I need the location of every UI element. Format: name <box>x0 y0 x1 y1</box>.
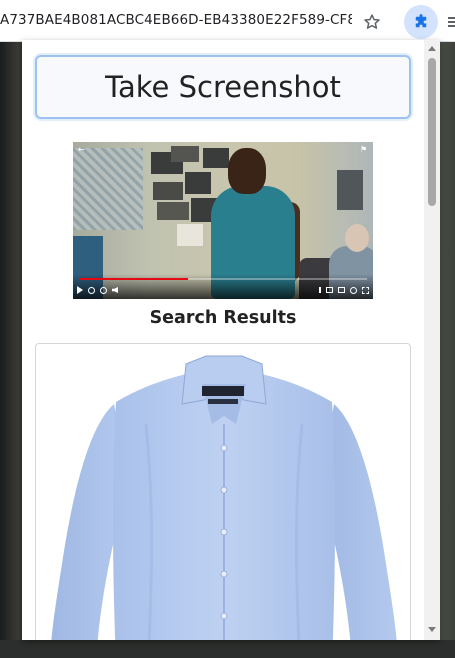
play-icon <box>77 286 83 294</box>
star-outline-icon <box>364 14 380 29</box>
back-arrow-icon: ← <box>78 145 85 154</box>
extension-popup: Take Screenshot ← ⚑ Search Results <box>22 40 440 640</box>
profile-edge-icon[interactable] <box>446 12 455 32</box>
address-bar-url[interactable]: A737BAE4B081ACBC4EB66D-EB43380E22F589-CF… <box>0 12 352 32</box>
scroll-up-arrow-icon[interactable] <box>428 46 436 51</box>
scroll-down-arrow-icon[interactable] <box>428 627 436 632</box>
background-bottom-strip <box>0 640 455 658</box>
subtitles-icon <box>338 287 345 293</box>
screenshot-preview: ← ⚑ <box>73 142 373 299</box>
forward-icon <box>100 286 107 294</box>
next-episode-icon <box>315 287 321 293</box>
scroll-thumb[interactable] <box>428 58 436 206</box>
speed-icon <box>350 286 357 294</box>
popup-scrollbar[interactable] <box>424 40 440 640</box>
search-result-card[interactable] <box>35 343 411 640</box>
episodes-icon <box>326 287 333 293</box>
take-screenshot-label: Take Screenshot <box>105 70 341 104</box>
rewind-icon <box>88 286 95 294</box>
bookmark-star-button[interactable] <box>360 10 384 34</box>
fullscreen-icon <box>362 286 369 294</box>
video-progress-bar <box>79 278 188 280</box>
extensions-button[interactable] <box>404 5 438 39</box>
take-screenshot-button[interactable]: Take Screenshot <box>35 55 411 119</box>
volume-icon <box>112 287 118 293</box>
puzzle-piece-icon <box>415 14 427 28</box>
flag-icon: ⚑ <box>360 145 368 154</box>
search-results-heading: Search Results <box>149 308 297 328</box>
light-blue-shirt-image <box>51 355 397 640</box>
browser-toolbar: A737BAE4B081ACBC4EB66D-EB43380E22F589-CF… <box>0 0 455 42</box>
wall-map <box>73 148 143 230</box>
